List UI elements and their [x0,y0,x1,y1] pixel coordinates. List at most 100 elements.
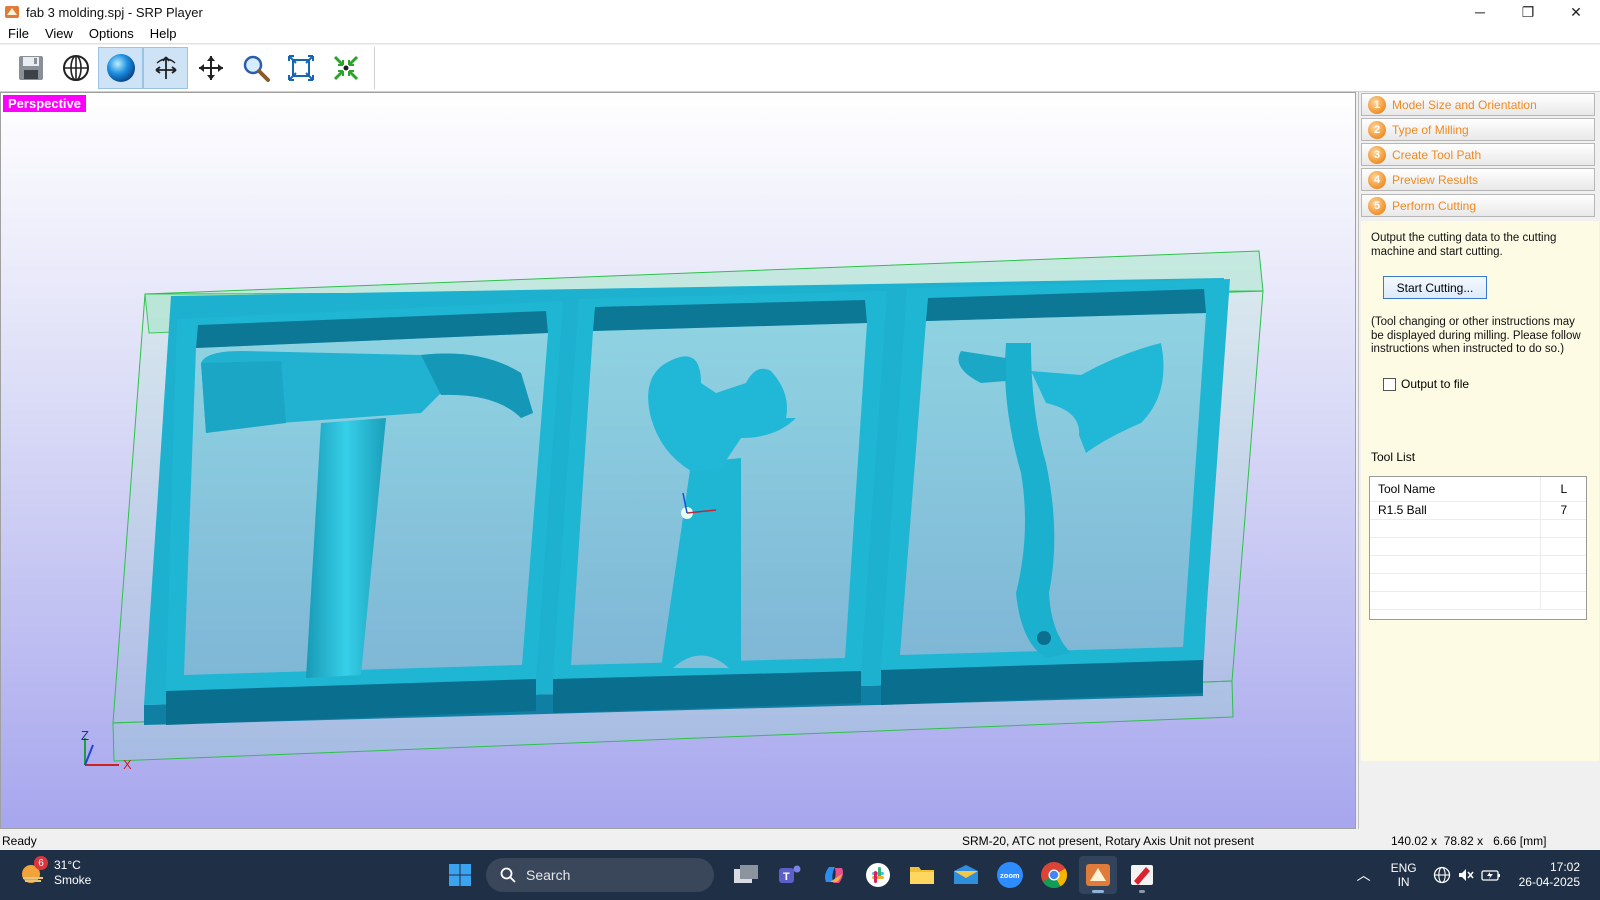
step-create-tool-path[interactable]: 3 Create Tool Path [1361,143,1595,166]
close-button[interactable]: ✕ [1552,0,1600,24]
language-indicator[interactable]: ENG IN [1391,861,1417,889]
windows-taskbar: 6 31°C Smoke Search T zoom ︿ ENG IN 17:0… [0,850,1600,900]
mail-button[interactable] [947,856,985,894]
tool-length-cell: 7 [1539,501,1586,520]
clock[interactable]: 17:02 26-04-2025 [1519,860,1580,890]
file-explorer-button[interactable] [903,856,941,894]
menu-file[interactable]: File [0,26,37,41]
step-preview-results[interactable]: 4 Preview Results [1361,168,1595,191]
fit-icon [287,55,314,81]
search-placeholder: Search [526,867,571,883]
step-type-of-milling[interactable]: 2 Type of Milling [1361,118,1595,141]
column-length[interactable]: L [1539,477,1586,502]
tool-name-cell: R1.5 Ball [1370,501,1540,520]
svg-text:T: T [783,871,790,883]
3d-viewport[interactable]: Z X Perspective [0,92,1356,829]
slack-button[interactable] [859,856,897,894]
step-4-badge: 4 [1368,170,1386,189]
slack-icon [866,863,890,887]
language-region: IN [1397,875,1410,889]
output-to-file-option[interactable]: Output to file [1383,377,1469,391]
column-tool-name[interactable]: Tool Name [1370,477,1540,502]
task-view-icon [734,865,758,883]
model-preview[interactable]: Z X [1,93,1356,829]
toolbar [0,45,1600,92]
taskbar-search[interactable]: Search [486,858,714,892]
workflow-panel: 1 Model Size and Orientation 2 Type of M… [1358,92,1600,829]
teams-button[interactable]: T [771,856,809,894]
running-indicator [1092,890,1104,893]
start-cutting-button[interactable]: Start Cutting... [1383,276,1487,299]
copilot-button[interactable] [815,856,853,894]
status-machine: SRM-20, ATC not present, Rotary Axis Uni… [962,834,1254,848]
copilot-icon [825,867,843,883]
empty-row [1370,591,1586,610]
output-to-file-label: Output to file [1401,377,1470,391]
language-code: ENG [1390,861,1417,875]
weather-temp: 31°C [54,858,81,872]
chevron-up-icon[interactable]: ︿ [1357,865,1371,885]
menu-bar: File View Options Help [0,24,1600,44]
zoom-icon [243,55,270,82]
folder-icon [910,867,934,884]
fit-to-view-button[interactable] [278,47,323,89]
wireframe-button[interactable] [53,47,98,89]
vpanel-icon [1131,865,1153,885]
battery-icon[interactable] [1480,866,1501,884]
empty-row [1370,537,1586,556]
step-model-size[interactable]: 1 Model Size and Orientation [1361,93,1595,116]
vpanel-taskbar-button[interactable] [1123,856,1161,894]
move-icon [198,56,223,80]
zoom-app-icon: zoom [997,862,1023,888]
running-indicator [1139,890,1145,893]
save-icon [18,56,43,80]
srp-player-taskbar-button[interactable] [1079,856,1117,894]
clock-date: 26-04-2025 [1518,875,1580,889]
step-1-badge: 1 [1368,95,1386,114]
pan-view-button[interactable] [188,47,233,89]
output-to-file-checkbox[interactable] [1383,377,1396,391]
teams-icon: T [779,865,801,883]
center-view-button[interactable] [323,47,368,89]
minimize-button[interactable]: ─ [1456,0,1504,24]
zoom-button[interactable] [233,47,278,89]
srp-player-app-icon [5,6,19,18]
tool-list-table[interactable]: Tool Name L R1.5 Ball 7 [1369,476,1587,620]
table-row[interactable]: R1.5 Ball 7 [1370,501,1586,520]
save-button[interactable] [8,47,53,89]
weather-widget[interactable]: 6 31°C Smoke [20,856,92,888]
step-5-label: Perform Cutting [1392,198,1477,213]
system-tray: ︿ ENG IN 17:02 26-04-2025 [1357,850,1600,900]
weather-badge: 6 [34,856,48,870]
volume-muted-icon[interactable] [1457,866,1475,884]
title-bar: fab 3 molding.spj - SRP Player ─ ❐ ✕ [0,0,1600,24]
menu-view[interactable]: View [37,26,81,41]
mail-icon [954,865,978,884]
shaded-view-button[interactable] [98,47,143,89]
status-model-size: 140.02 x 78.82 x 6.66 [mm] [1391,834,1547,848]
zoom-app-button[interactable]: zoom [991,856,1029,894]
perspective-label[interactable]: Perspective [3,95,86,112]
axis-x-label: X [123,757,132,772]
restore-button[interactable]: ❐ [1504,0,1552,24]
task-view-button[interactable] [727,856,765,894]
center-icon [333,55,358,81]
step-perform-cutting[interactable]: 5 Perform Cutting [1361,194,1595,217]
menu-options[interactable]: Options [81,26,142,41]
chrome-button[interactable] [1035,856,1073,894]
step-5-badge: 5 [1368,196,1386,215]
network-icon[interactable] [1433,866,1451,884]
step-3-badge: 3 [1368,145,1386,164]
srp-player-icon [1086,864,1110,886]
weather-desc: Smoke [54,873,92,887]
step-3-label: Create Tool Path [1392,147,1482,162]
menu-help[interactable]: Help [142,26,185,41]
start-button[interactable] [441,856,479,894]
rotate-view-button[interactable] [143,47,188,89]
step-2-label: Type of Milling [1392,122,1469,137]
status-ready: Ready [2,834,37,848]
svg-text:zoom: zoom [1000,871,1020,880]
weather-icon: 6 [20,856,48,886]
tool-list-title: Tool List [1371,450,1416,464]
empty-row [1370,573,1586,592]
